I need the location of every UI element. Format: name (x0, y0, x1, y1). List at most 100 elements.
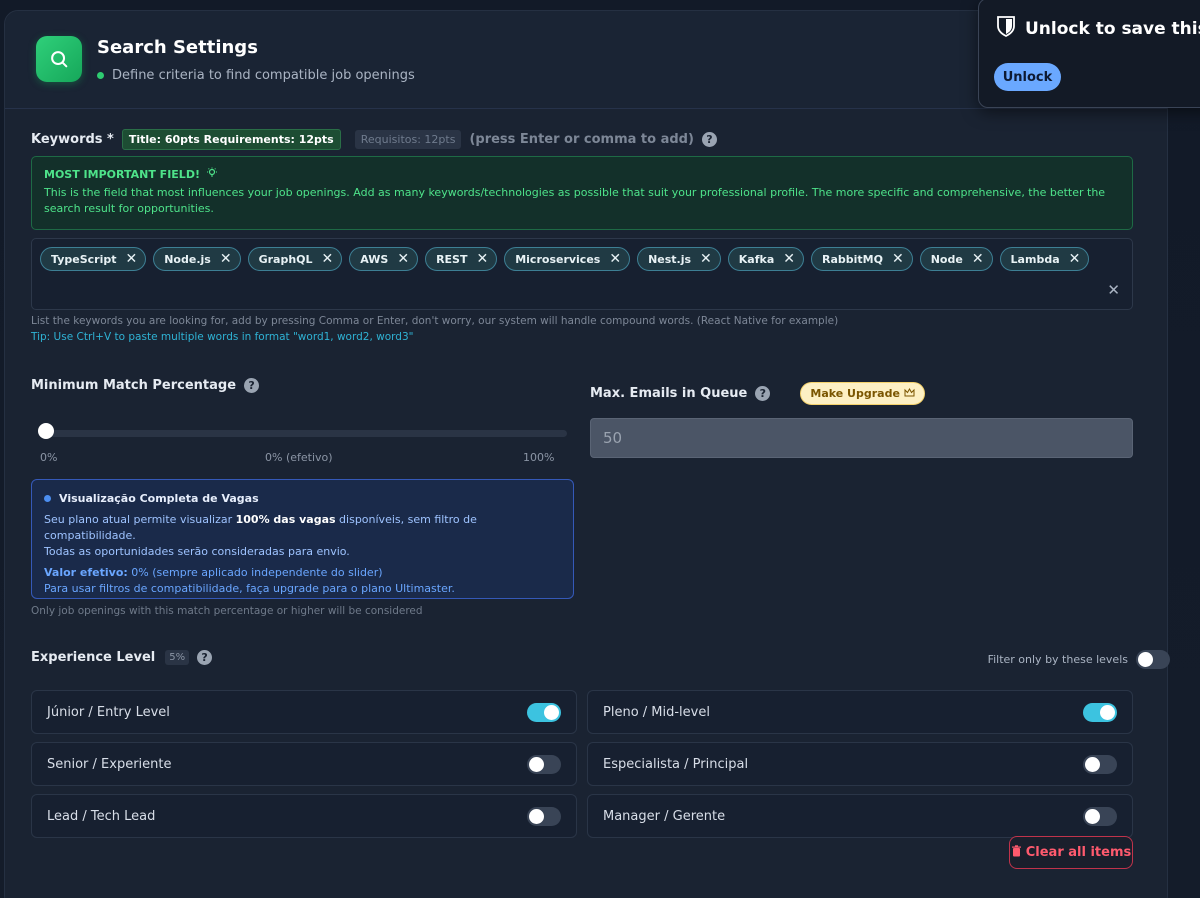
remove-tag-icon[interactable]: ✕ (1069, 252, 1081, 266)
info-text-pre: Seu plano atual permite visualizar (44, 513, 236, 526)
keyword-tag[interactable]: Nest.js ✕ (637, 247, 721, 271)
experience-level-toggle[interactable] (1083, 806, 1117, 826)
make-upgrade-label: Make Upgrade (810, 387, 900, 400)
info-text-bold: 100% das vagas (235, 513, 336, 526)
emails-header: Max. Emails in Queue ? Make Upgrade (590, 382, 925, 405)
remove-tag-icon[interactable]: ✕ (700, 252, 712, 266)
filter-levels-toggle[interactable] (1136, 650, 1170, 669)
remove-tag-icon[interactable]: ✕ (783, 252, 795, 266)
keyword-tag-label: REST (436, 252, 468, 266)
keyword-tag[interactable]: AWS ✕ (349, 247, 419, 271)
page-title: Search Settings (97, 37, 258, 58)
toggle-knob (529, 756, 544, 772)
clear-all-button[interactable]: Clear all items (1009, 836, 1133, 869)
clear-all-label: Clear all items (1025, 845, 1132, 860)
keyword-tags: TypeScript ✕ Node.js ✕ GraphQL ✕ AWS ✕ REST ✕ Micr… (40, 247, 1090, 271)
remove-tag-icon[interactable]: ✕ (476, 252, 488, 266)
experience-header: Experience Level 5% ? (31, 650, 213, 665)
filter-levels: Filter only by these levels (988, 650, 1170, 669)
keyword-tag-label: GraphQL (258, 252, 313, 266)
keyword-tag-label: Kafka (738, 252, 775, 266)
remove-tag-icon[interactable]: ✕ (609, 252, 621, 266)
remove-tag-icon[interactable]: ✕ (972, 252, 984, 266)
remove-tag-icon[interactable]: ✕ (125, 252, 137, 266)
slider-min-label: 0% (40, 451, 58, 464)
experience-level-item: Lead / Tech Lead (31, 794, 577, 838)
experience-level-label: Especialista / Principal (603, 756, 749, 772)
experience-level-toggle[interactable] (527, 806, 561, 826)
important-title: MOST IMPORTANT FIELD! (44, 167, 1120, 182)
experience-weight-badge: 5% (165, 650, 190, 665)
plan-info-box: Visualização Completa de Vagas Seu plano… (31, 479, 574, 599)
experience-level-item: Especialista / Principal (587, 742, 1133, 786)
experience-level-item: Júnior / Entry Level (31, 690, 577, 734)
keyword-tag-label: Node.js (164, 252, 211, 266)
make-upgrade-button[interactable]: Make Upgrade (800, 382, 925, 405)
remove-tag-icon[interactable]: ✕ (220, 252, 232, 266)
keyword-tag[interactable]: GraphQL ✕ (247, 247, 343, 271)
keywords-help-text: List the keywords you are looking for, a… (31, 315, 839, 327)
keyword-tag-label: Lambda (1010, 252, 1060, 266)
keyword-tag[interactable]: Node.js ✕ (153, 247, 241, 271)
experience-level-item: Pleno / Mid-level (587, 690, 1133, 734)
keyword-tag-label: AWS (360, 252, 389, 266)
keyword-tag[interactable]: TypeScript ✕ (40, 247, 147, 271)
experience-level-item: Manager / Gerente (587, 794, 1133, 838)
info-dot (44, 495, 51, 502)
toggle-knob (529, 808, 544, 824)
keyword-tag[interactable]: REST ✕ (425, 247, 498, 271)
keyword-tag[interactable]: Node ✕ (919, 247, 993, 271)
page-subtitle-text: Define criteria to find compatible job o… (112, 68, 415, 83)
important-text: This is the field that most influences y… (44, 186, 1106, 215)
keyword-tag[interactable]: Lambda ✕ (999, 247, 1090, 271)
max-emails-input[interactable]: 50 (590, 418, 1133, 458)
help-icon[interactable]: ? (701, 132, 717, 147)
popup-title-text: Unlock to save this log (1025, 19, 1200, 39)
experience-level-toggle[interactable] (1083, 702, 1117, 722)
keywords-label: Keywords * (31, 132, 114, 147)
experience-level-label: Senior / Experiente (47, 756, 172, 772)
unlock-popup: Unlock to save this log Unlock (978, 0, 1200, 108)
keywords-hint: (press Enter or comma to add) (469, 132, 694, 147)
info-text-line2: Todas as oportunidades serão considerada… (44, 545, 350, 558)
keyword-tag[interactable]: RabbitMQ ✕ (811, 247, 913, 271)
keyword-tag[interactable]: Microservices ✕ (504, 247, 631, 271)
keywords-score-badge: Title: 60pts Requirements: 12pts (121, 129, 341, 150)
info-text: Seu plano atual permite visualizar 100% … (44, 512, 561, 560)
keywords-tag-input[interactable]: TypeScript ✕ Node.js ✕ GraphQL ✕ AWS ✕ REST ✕ Micr… (31, 238, 1133, 310)
toggle-knob (544, 704, 559, 720)
help-icon[interactable]: ? (197, 650, 213, 665)
help-icon[interactable]: ? (244, 378, 260, 393)
experience-level-toggle[interactable] (1083, 754, 1117, 774)
keywords-tip-text: Tip: Use Ctrl+V to paste multiple words … (31, 331, 414, 343)
filter-levels-label: Filter only by these levels (987, 653, 1128, 666)
slider-effective-label: 0% (efetivo) (265, 451, 333, 464)
experience-level-toggle[interactable] (527, 702, 561, 722)
help-icon[interactable]: ? (755, 386, 771, 401)
unlock-button[interactable]: Unlock (994, 63, 1061, 91)
search-icon (36, 36, 82, 82)
remove-tag-icon[interactable]: ✕ (397, 252, 409, 266)
keyword-tag[interactable]: Kafka ✕ (727, 247, 804, 271)
requirements-badge: Requisitos: 12pts (354, 130, 462, 149)
info-effective: Valor efetivo: 0% (sempre aplicado indep… (44, 566, 561, 579)
match-slider-track[interactable] (43, 430, 567, 437)
page-subtitle: Define criteria to find compatible job o… (97, 68, 415, 83)
experience-level-toggle[interactable] (527, 754, 561, 774)
experience-level-label: Pleno / Mid-level (603, 704, 710, 720)
info-title-text: Visualização Completa de Vagas (59, 492, 259, 505)
info-upgrade: Para usar filtros de compatibilidade, fa… (44, 582, 455, 595)
popup-title: Unlock to save this log (997, 16, 1200, 42)
clear-tags-icon[interactable]: ✕ (1107, 281, 1120, 299)
toggle-knob (1100, 704, 1115, 720)
match-slider-thumb[interactable] (38, 423, 54, 439)
experience-level-label: Manager / Gerente (603, 808, 726, 824)
keywords-header: Keywords * Title: 60pts Requirements: 12… (31, 129, 717, 150)
crown-icon (904, 387, 915, 400)
slider-max-label: 100% (523, 451, 555, 464)
toggle-knob (1085, 808, 1100, 824)
remove-tag-icon[interactable]: ✕ (322, 252, 334, 266)
match-note: Only job openings with this match percen… (31, 605, 423, 617)
shield-icon (997, 16, 1015, 42)
remove-tag-icon[interactable]: ✕ (892, 252, 904, 266)
